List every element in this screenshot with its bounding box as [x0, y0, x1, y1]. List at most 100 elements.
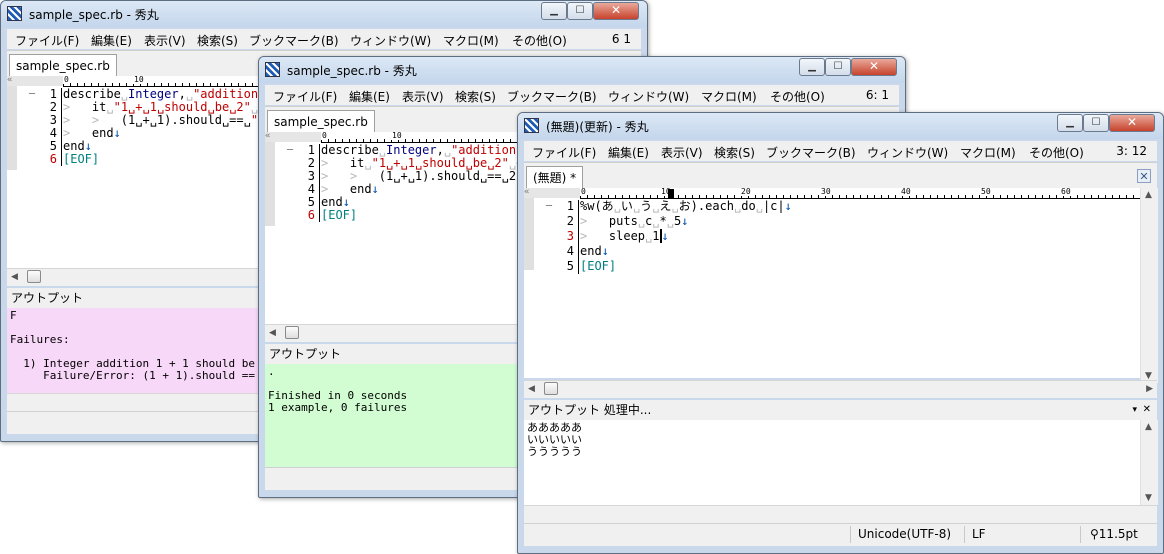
line-number: 4: [566, 244, 574, 258]
output-pane[interactable]: あああああ いいいいい ううううう: [524, 420, 1140, 505]
menu-view[interactable]: 表示(V): [661, 144, 703, 161]
zoom-indicator[interactable]: ⚲11.5pt: [1090, 527, 1138, 541]
close-button[interactable]: ✕: [851, 58, 897, 76]
close-button[interactable]: ✕: [1109, 114, 1155, 132]
horizontal-scrollbar[interactable]: ◀ ▶: [524, 380, 1157, 398]
minimize-button[interactable]: ▁: [1057, 114, 1083, 132]
line-number: 5: [566, 259, 574, 273]
maximize-button[interactable]: ☐: [825, 58, 851, 76]
scroll-left-icon[interactable]: ◀: [269, 328, 276, 338]
menu-view[interactable]: 表示(V): [144, 32, 186, 49]
menu-bookmark[interactable]: ブックマーク(B): [249, 32, 339, 49]
maximize-button[interactable]: ☐: [567, 2, 593, 20]
scroll-up-icon[interactable]: ▲: [1145, 190, 1152, 200]
gutter-separator: [578, 200, 579, 274]
title-bar[interactable]: (無題)(更新) - 秀丸 ▁ ☐ ✕: [518, 113, 1163, 139]
menu-search[interactable]: 検索(S): [714, 144, 755, 161]
hidemaru-app-icon[interactable]: [265, 62, 280, 77]
scroll-down-icon[interactable]: ▼: [1145, 493, 1152, 503]
gutter-separator: [61, 88, 62, 166]
menu-file[interactable]: ファイル(F): [532, 144, 596, 161]
menu-edit[interactable]: 編集(E): [608, 144, 649, 161]
gutter: [7, 86, 17, 170]
tab-sample-spec[interactable]: sample_spec.rb: [9, 54, 117, 77]
menu-edit[interactable]: 編集(E): [91, 32, 132, 49]
cursor-position: 6: 1: [865, 88, 889, 102]
hidemaru-app-icon[interactable]: [7, 6, 22, 21]
menu-edit[interactable]: 編集(E): [349, 88, 390, 105]
cursor-position: 6 1: [611, 32, 631, 46]
eof-marker: [EOF]: [321, 208, 358, 222]
hidemaru-app-icon[interactable]: [524, 118, 539, 133]
scroll-thumb[interactable]: [285, 326, 299, 339]
ruler-corner: «: [7, 76, 63, 86]
menu-search[interactable]: 検索(S): [455, 88, 496, 105]
editor-area[interactable]: « 0 10 20 30 40 50 60 ─ 1 2 3 4 5 %w(あ␣い…: [524, 188, 1140, 378]
code-line-3: > sleep␣1 ↓: [580, 229, 669, 243]
line-number: 2: [566, 214, 574, 228]
window-title: (無題)(更新) - 秀丸: [546, 120, 649, 134]
menu-macro[interactable]: マクロ(M): [701, 88, 757, 105]
output-vertical-scrollbar[interactable]: ▲ ▼: [1140, 420, 1158, 505]
minimize-button[interactable]: ▁: [541, 2, 567, 20]
ruler-mark: 20: [740, 187, 752, 196]
scroll-thumb[interactable]: [27, 270, 41, 283]
fold-marker[interactable]: ─: [283, 144, 297, 157]
menu-bar: ファイル(F) 編集(E) 表示(V) 検索(S) ブックマーク(B) ウィンド…: [524, 141, 1157, 161]
close-button[interactable]: ✕: [593, 2, 639, 20]
code-lines: ─ 1 2 3 4 5 6 describe␣Integer,␣"additio…: [283, 144, 523, 224]
menu-other[interactable]: その他(O): [512, 32, 567, 49]
menu-search[interactable]: 検索(S): [197, 32, 238, 49]
window-title: sample_spec.rb - 秀丸: [287, 64, 417, 78]
fold-marker[interactable]: ─: [542, 200, 556, 213]
line-number-current: 3: [566, 229, 574, 243]
scroll-right-icon[interactable]: ▶: [1146, 384, 1153, 394]
menu-window[interactable]: ウィンドウ(W): [867, 144, 948, 161]
menu-window[interactable]: ウィンドウ(W): [608, 88, 689, 105]
maximize-button[interactable]: ☐: [1083, 114, 1109, 132]
title-bar[interactable]: sample_spec.rb - 秀丸 ▁ ☐ ✕: [1, 1, 647, 27]
scroll-up-icon[interactable]: ▲: [1145, 422, 1152, 432]
code-lines: ─ 1 2 3 4 5 6 describe␣Integer,␣"additio…: [25, 88, 285, 168]
vertical-scrollbar[interactable]: ▲ ▼: [1140, 188, 1158, 383]
menu-macro[interactable]: マクロ(M): [443, 32, 499, 49]
tab-untitled[interactable]: (無題) *: [526, 166, 584, 189]
output-pane-header: アウトプット 処理中... ▾ ✕: [524, 400, 1157, 420]
ruler-mark: 0: [580, 187, 587, 196]
status-divider: [1080, 526, 1081, 543]
window-3[interactable]: (無題)(更新) - 秀丸 ▁ ☐ ✕ ファイル(F) 編集(E) 表示(V) …: [517, 112, 1164, 554]
code-line-4: end↓: [580, 244, 609, 258]
ruler-cursor-marker: [668, 189, 674, 198]
ruler-mark: 10: [391, 131, 403, 140]
close-tab-icon[interactable]: ✕: [1137, 169, 1151, 183]
fold-marker[interactable]: ─: [25, 88, 39, 101]
scroll-thumb[interactable]: [544, 382, 558, 395]
title-bar[interactable]: sample_spec.rb - 秀丸 ▁ ☐ ✕: [259, 57, 905, 83]
eof-marker: [EOF]: [63, 152, 100, 166]
status-divider: [964, 526, 965, 543]
gutter: [524, 198, 534, 270]
menu-bookmark[interactable]: ブックマーク(B): [766, 144, 856, 161]
menu-file[interactable]: ファイル(F): [15, 32, 79, 49]
menu-other[interactable]: その他(O): [770, 88, 825, 105]
menu-view[interactable]: 表示(V): [402, 88, 444, 105]
menu-bookmark[interactable]: ブックマーク(B): [507, 88, 597, 105]
menu-other[interactable]: その他(O): [1029, 144, 1084, 161]
line-number-modified: 6: [49, 152, 57, 166]
scroll-left-icon[interactable]: ◀: [11, 272, 18, 282]
status-bar: Unicode(UTF-8) LF ⚲11.5pt: [524, 523, 1157, 546]
ruler-corner: «: [524, 188, 580, 198]
gutter-separator: [319, 144, 320, 222]
menu-window[interactable]: ウィンドウ(W): [350, 32, 431, 49]
scroll-left-icon[interactable]: ◀: [528, 384, 535, 394]
output-horizontal-scrollbar[interactable]: [524, 505, 1157, 523]
output-close-icon[interactable]: ✕: [1143, 400, 1151, 420]
output-menu-icon[interactable]: ▾: [1132, 400, 1137, 420]
menu-macro[interactable]: マクロ(M): [960, 144, 1016, 161]
encoding-indicator[interactable]: Unicode(UTF-8): [858, 527, 951, 541]
minimize-button[interactable]: ▁: [799, 58, 825, 76]
menu-file[interactable]: ファイル(F): [273, 88, 337, 105]
ruler-mark: 30: [820, 187, 832, 196]
tab-sample-spec[interactable]: sample_spec.rb: [267, 110, 375, 133]
newline-indicator[interactable]: LF: [972, 527, 986, 541]
